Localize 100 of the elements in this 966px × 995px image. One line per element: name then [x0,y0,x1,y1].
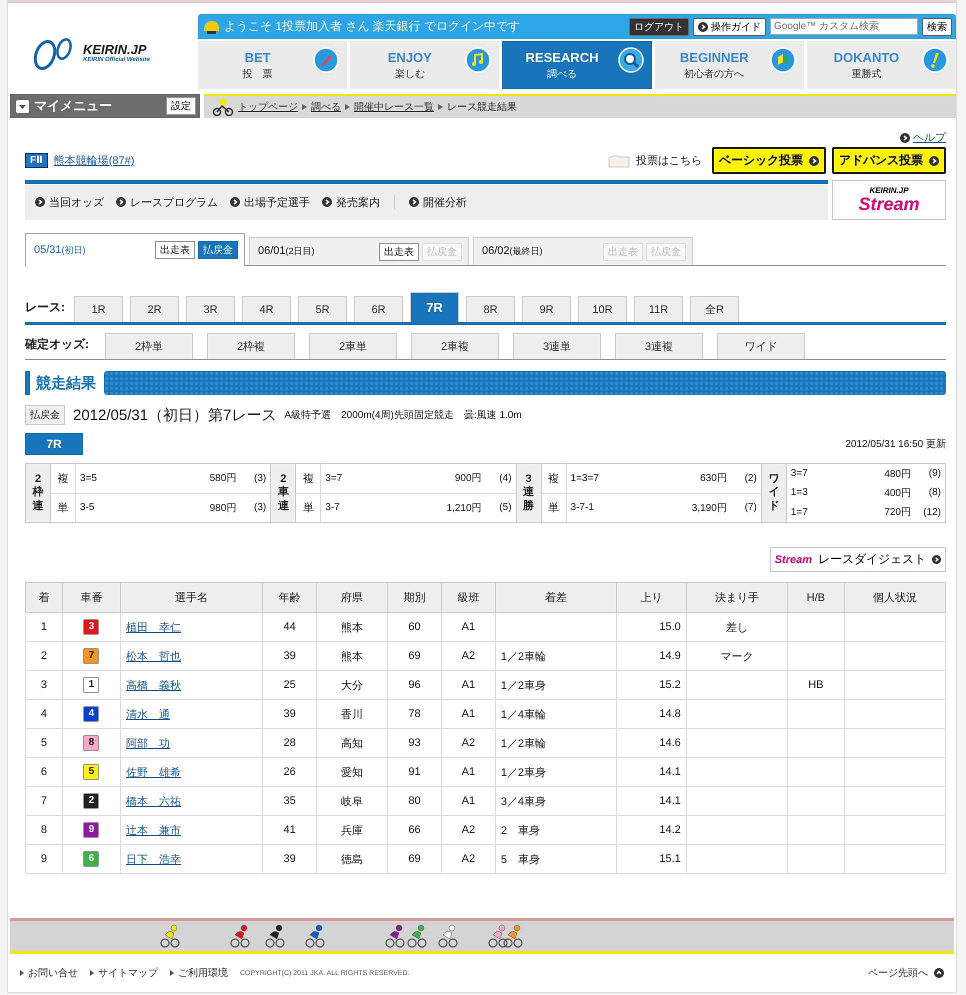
race-tab[interactable]: 5R [298,296,347,322]
table-cell: A1 [441,670,496,700]
table-cell: 1／2車輪 [500,650,546,662]
bet-type-cell: 3 連 勝 [516,464,542,522]
odds-tab[interactable]: 2車複 [411,333,499,359]
race-tab[interactable]: 6R [354,296,403,322]
arrow-icon [170,970,174,976]
nav-tab[interactable]: RESEARCH 調べる [502,41,652,89]
arrow-icon [20,970,24,976]
table-cell: A1 [441,612,496,642]
table-cell: 14.1 [616,758,686,786]
logo-title: KEIRIN.JP [83,42,147,57]
odds-tab[interactable]: 3連単 [513,333,601,359]
race-tab[interactable]: 7R [410,292,459,322]
guide-button[interactable]: 操作ガイド [693,18,766,36]
rider-name-link[interactable]: 辻本 兼市 [126,824,182,836]
day-button[interactable]: 払戻金 [198,241,238,259]
race-digest-button[interactable]: Stream レースダイジェスト [770,547,946,572]
table-cell: A2 [441,728,496,758]
logout-button[interactable]: ログアウト [629,18,689,36]
circle-arrow-icon [932,555,941,564]
table-cell: 69 [388,844,442,874]
table-cell-text: (5) [498,502,513,514]
breadcrumb-link[interactable]: 調べる [311,100,341,114]
race-tab[interactable]: 10R [578,296,627,322]
rider-name-link[interactable]: 植田 幸仁 [126,622,182,634]
table-cell: 複 [296,464,322,492]
table-cell: 複 [542,464,567,492]
column-header: 級班 [441,582,496,612]
race-tab[interactable]: 11R [634,296,683,322]
race-tab[interactable]: 3R [186,296,235,322]
help-link[interactable]: ヘルプ [900,130,946,145]
sub-nav-link[interactable]: 出場予定選手 [230,194,310,210]
table-cell: 60 [388,612,442,642]
rider-name-link[interactable]: 橋本 六祐 [126,796,182,808]
section-title: 競走結果 [34,374,96,394]
rider-name-link[interactable]: 阿部 功 [126,738,170,750]
rider-name-link[interactable]: 日下 浩幸 [126,854,182,866]
race-tab[interactable]: 1R [74,296,123,322]
rider-name-link[interactable]: 松本 哲也 [126,650,182,662]
nav-tab[interactable]: BET 投 票 [198,41,348,89]
odds-tab[interactable]: 2車単 [309,333,397,359]
rider-name-link[interactable]: 清水 通 [126,708,170,720]
table-cell-text: 480円 [883,468,911,481]
table-cell: マーク [720,650,754,662]
search-button[interactable]: 検索 [922,18,952,36]
rider-name-link[interactable]: 佐野 雄希 [126,766,182,778]
footer-link[interactable]: サイトマップ [98,966,158,980]
column-header: 府県 [316,582,388,612]
table-cell: 香川 [316,700,388,728]
arrow-icon [438,104,443,110]
odds-tab[interactable]: 2枠単 [105,333,193,359]
search-field[interactable]: Google™ カスタム検索 [770,18,918,35]
venue-link[interactable]: 熊本競輪場(87#) [54,153,134,168]
table-cell-text: 3-7 [324,502,341,514]
day-button[interactable]: 出走表 [155,241,195,259]
footer-link[interactable]: ご利用環境 [178,966,228,980]
race-tab[interactable]: 8R [466,296,515,322]
sub-nav-link[interactable]: レースプログラム [116,194,218,210]
table-cell-text: 3-7-1 [570,502,595,514]
day-tab[interactable]: 05/31(初日) 出走表 払戻金 [25,233,245,266]
table-cell-text: 3-5 [79,502,96,514]
my-menu-title: マイメニュー [34,97,113,115]
grade-badge: FⅡ [25,153,48,168]
table-cell: 岐阜 [316,786,388,816]
stream-logo-button[interactable]: KEIRIN.JP Stream [832,180,946,220]
sub-nav-link[interactable]: 発売案内 [322,194,380,210]
odds-tab[interactable]: 3連複 [615,333,703,359]
day-button[interactable]: 出走表 [379,242,419,260]
breadcrumb-link[interactable]: トップページ [238,100,298,114]
race-tab[interactable]: 4R [242,296,291,322]
vote-here-label: 投票はこちら [636,154,702,168]
vote-button[interactable]: ベーシック投票 [712,147,826,174]
race-tab[interactable]: 全R [690,296,739,322]
leaf-mark-icon [770,47,796,73]
table-cell: 兵庫 [316,816,388,844]
rider-name-link[interactable]: 高橋 義秋 [126,680,182,692]
table-cell-text: 3=5 [79,472,98,484]
breadcrumb-link[interactable]: 開催中レース一覧 [354,100,434,114]
table-cell: 14.8 [616,700,686,728]
page-top-link[interactable]: ページ先頭へ [868,966,944,980]
table-cell-text: 3,190円 [690,502,727,515]
odds-tab[interactable]: 2枠複 [207,333,295,359]
table-cell: A2 [441,642,496,670]
table-cell: 熊本 [316,642,388,670]
sub-nav-link[interactable]: 当回オッズ [35,194,104,210]
table-cell: 5 車身 [500,854,540,866]
race-tab[interactable]: 9R [522,296,571,322]
sub-nav-link[interactable]: 開催分析 [409,194,467,210]
table-cell: 14.2 [616,816,686,844]
odds-tab[interactable]: ワイド [717,333,805,359]
nav-tab[interactable]: DOKANTO 重勝式 [806,41,956,89]
nav-tab[interactable]: ENJOY 楽しむ [350,41,500,89]
settings-button[interactable]: 設定 [166,97,196,115]
breadcrumb-current: レース競走結果 [447,100,517,114]
footer-link[interactable]: お問い合せ [28,966,78,980]
vote-button[interactable]: アドバンス投票 [832,147,946,174]
race-tab[interactable]: 2R [130,296,179,322]
table-cell: A2 [441,816,496,844]
nav-tab[interactable]: BEGINNER 初心者の方へ [654,41,804,89]
